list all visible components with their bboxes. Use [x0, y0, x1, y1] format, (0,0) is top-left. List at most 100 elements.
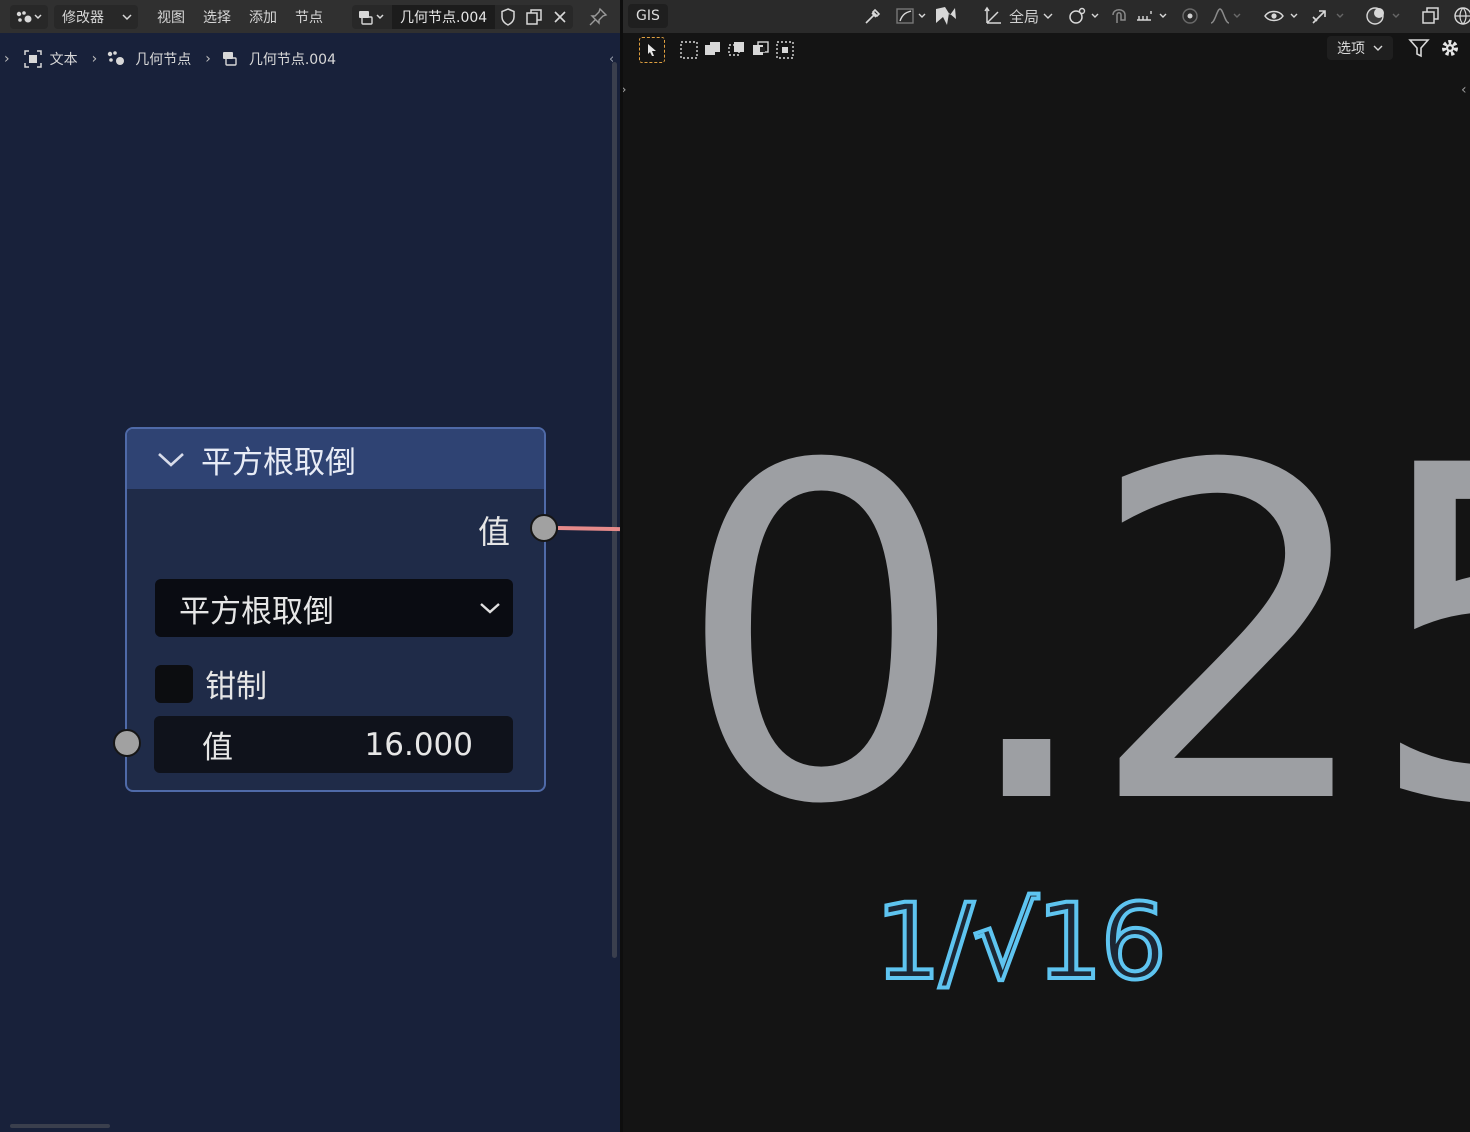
overlay-toggle[interactable]	[1365, 4, 1405, 28]
proportional-icon	[1182, 8, 1241, 24]
clamp-label: 钳制	[205, 669, 267, 705]
operation-dropdown[interactable]: 平方根取倒	[155, 579, 513, 637]
node-header[interactable]: 平方根取倒	[127, 429, 544, 489]
object-icon	[23, 50, 42, 68]
geometry-nodes-icon	[108, 51, 125, 65]
output-socket[interactable]	[530, 514, 558, 542]
node-group-selector: 几何节点.004	[352, 4, 574, 29]
select-mode-toolbar	[639, 37, 799, 63]
editor-type-button[interactable]	[10, 4, 48, 29]
chevron-down-icon	[1043, 13, 1053, 19]
value-input-field[interactable]: 值 16.000	[154, 716, 513, 773]
clamp-checkbox[interactable]	[155, 664, 193, 703]
node-group-name-field[interactable]: 几何节点.004	[392, 4, 496, 29]
chevron-left-icon[interactable]: ‹	[1461, 82, 1467, 98]
node-tree-icon	[359, 10, 384, 25]
breadcrumb-label: 文本	[49, 52, 78, 68]
tweak-tool-button[interactable]	[639, 37, 665, 63]
node-editor-area[interactable]: 修改器 视图 选择 添加 节点 几何节点.004 › 文本 › 几何节点 › 几…	[0, 0, 620, 1132]
transform-orientation-dropdown[interactable]: 全局	[983, 4, 1053, 28]
node-tree-icon	[222, 52, 237, 66]
operation-dropdown-label: 平方根取倒	[179, 593, 334, 630]
3d-viewport[interactable]: GIS 全局 选项 ‹ 0.2 1/√16	[623, 0, 1470, 1132]
value-input-number: 16.000	[364, 726, 473, 763]
proportional-editing-toggle[interactable]	[1179, 4, 1245, 28]
xray-icon	[1422, 7, 1439, 24]
breadcrumb-item-node-group[interactable]: 几何节点.004	[221, 49, 336, 69]
breadcrumb-label: 几何节点.004	[248, 52, 336, 68]
value-input-label: 值	[202, 730, 233, 766]
clamp-row: 钳制	[155, 661, 267, 706]
pivot-point-dropdown[interactable]	[1067, 4, 1103, 28]
options-label: 选项	[1337, 41, 1365, 57]
menu-node[interactable]: 节点	[286, 5, 332, 29]
snap-target-button[interactable]	[933, 4, 959, 28]
vertical-scrollbar[interactable]	[612, 62, 617, 958]
gis-menu[interactable]: GIS	[628, 4, 668, 28]
duplicate-icon	[526, 8, 542, 25]
xray-toggle[interactable]	[1421, 4, 1441, 28]
gizmo-icon	[1312, 10, 1344, 24]
area-divider[interactable]	[620, 0, 623, 1132]
filter-icon	[1408, 39, 1430, 58]
gear-icon	[1442, 40, 1458, 56]
formula-text: 1/√16	[873, 881, 1169, 1003]
viewport-header: GIS 全局	[623, 0, 1470, 33]
menu-view[interactable]: 视图	[148, 5, 194, 29]
orientation-icon	[984, 6, 1001, 24]
breadcrumb-item-modifier[interactable]: 几何节点	[107, 49, 191, 69]
globe-icon	[1454, 7, 1470, 25]
pivot-icon	[1069, 7, 1099, 24]
node-title: 平方根取倒	[201, 444, 356, 481]
node-group-browse-button[interactable]	[352, 4, 392, 29]
breadcrumb-label: 几何节点	[135, 52, 192, 68]
input-socket[interactable]	[113, 729, 141, 757]
gizmo-toggle[interactable]	[1309, 4, 1349, 28]
eyedropper-button[interactable]	[863, 4, 883, 28]
eye-icon	[1264, 10, 1298, 22]
selection-mode-icons[interactable]	[679, 39, 799, 61]
result-value-text: 0.25	[675, 370, 1470, 905]
output-socket-label: 值	[477, 513, 510, 551]
close-icon	[554, 10, 566, 23]
header-menus: 视图 选择 添加 节点	[148, 5, 332, 29]
breadcrumb-item-text[interactable]: 文本	[23, 49, 78, 69]
cursor-icon	[648, 44, 656, 56]
node-link	[557, 526, 620, 532]
settings-button[interactable]	[1439, 37, 1461, 63]
shading-dropdown[interactable]	[895, 4, 929, 28]
shading-wireframe-button[interactable]	[1453, 4, 1470, 28]
chevron-right-icon: ›	[205, 51, 211, 67]
visibility-dropdown[interactable]	[1263, 4, 1303, 28]
node-editor-header: 修改器 视图 选择 添加 节点 几何节点.004	[0, 0, 620, 33]
curve-icon	[896, 8, 926, 24]
overlay-icon	[1366, 7, 1400, 25]
unlink-button[interactable]	[547, 4, 574, 29]
chevron-down-icon	[1373, 45, 1383, 51]
modifier-dropdown[interactable]: 修改器	[54, 4, 138, 29]
grease-pencil-icon	[936, 7, 956, 25]
breadcrumb: › 文本 › 几何节点 › 几何节点.004	[0, 44, 336, 74]
math-node-inverse-sqrt[interactable]: 平方根取倒 值 平方根取倒 钳制 值 16.000	[113, 427, 558, 792]
pin-button[interactable]	[585, 5, 611, 29]
menu-add[interactable]: 添加	[240, 5, 286, 29]
chevron-down-icon	[122, 13, 132, 20]
filter-button[interactable]	[1408, 37, 1430, 63]
fake-user-button[interactable]	[495, 4, 522, 29]
options-dropdown[interactable]: 选项	[1327, 36, 1393, 60]
magnet-icon	[1112, 9, 1167, 23]
horizontal-scrollbar[interactable]	[10, 1124, 110, 1128]
shield-icon	[501, 7, 515, 26]
pin-icon	[589, 7, 608, 25]
chevron-down-icon[interactable]	[157, 450, 185, 468]
chevron-right-icon[interactable]: ›	[623, 82, 627, 98]
transform-orientation-label: 全局	[1009, 7, 1040, 26]
node-editor-icon	[16, 10, 42, 22]
chevron-down-icon	[480, 603, 500, 614]
menu-select[interactable]: 选择	[194, 5, 240, 29]
eyedropper-icon	[865, 8, 881, 24]
modifier-dropdown-label: 修改器	[62, 9, 104, 26]
snap-toggle[interactable]	[1109, 4, 1171, 28]
chevron-right-icon: ›	[91, 51, 98, 67]
duplicate-button[interactable]	[521, 4, 548, 29]
